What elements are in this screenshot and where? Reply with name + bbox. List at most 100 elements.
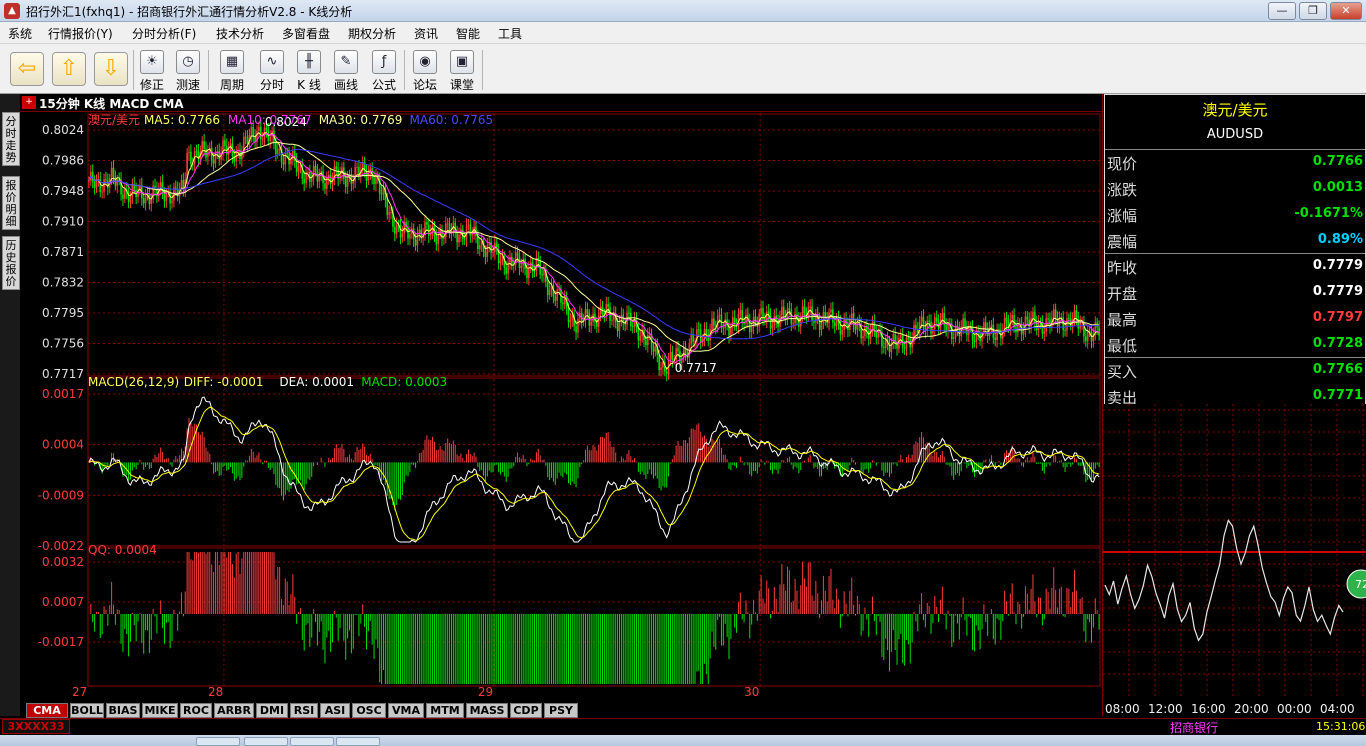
app-logo-icon: ▲ [4,3,20,19]
menu-options[interactable]: 期权分析 [348,25,396,42]
menu-tools[interactable]: 工具 [498,25,522,42]
candle-body [599,306,602,315]
candle-body [607,303,609,308]
indicator-tab-mike[interactable]: MIKE [142,703,178,718]
candle-body [900,335,902,338]
quote-label: 最高 [1107,311,1138,329]
candle-body [276,148,279,155]
intraday-mini-chart[interactable]: 72 08:00 12:00 16:00 20:00 00:00 04:00 [1103,404,1366,716]
indicator-tab-cdp[interactable]: CDP [510,703,542,718]
candle-body [915,325,917,330]
candle-body [390,212,392,214]
menu-smart[interactable]: 智能 [456,25,480,42]
ma-legend-item: MA30: 0.7769 [319,113,403,127]
taskbar-item[interactable] [244,737,288,746]
back-arrow-button[interactable]: ⇦ [10,52,44,86]
price-tick-label: 0.7756 [42,337,84,351]
indicator-tab-asi[interactable]: ASI [320,703,350,718]
kline-button[interactable]: ╫ K 线 [291,48,327,92]
taskbar-item[interactable] [290,737,334,746]
symbol-legend: 澳元/美元 [88,113,140,127]
indicator-tab-osc[interactable]: OSC [352,703,386,718]
menu-timeshare[interactable]: 分时分析(F) [132,25,196,42]
candle-body [269,136,271,142]
taskbar-item[interactable] [336,737,380,746]
candle-body [124,189,126,199]
candle-body [833,322,836,327]
period-button[interactable]: ▦ 周期 [214,48,250,92]
indicator-tab-mass[interactable]: MASS [466,703,508,718]
quote-row: 买入 0.7766 [1107,357,1363,383]
restore-button[interactable]: ❐ [1299,2,1327,20]
indicator-tab-bias[interactable]: BIAS [106,703,140,718]
candle-body [471,234,474,236]
candle-body [1066,318,1068,331]
up-arrow-button[interactable]: ⇧ [52,52,86,86]
candle-body [316,171,319,182]
candle-body [1052,309,1055,319]
menu-system[interactable]: 系统 [8,25,32,42]
ma-legend-item: MA5: 0.7766 [144,113,220,127]
correct-button[interactable]: ☀ 修正 [134,48,170,92]
quote-label: 昨收 [1107,259,1138,277]
forum-button[interactable]: ◉ 论坛 [407,48,443,92]
menu-quotes[interactable]: 行情报价(Y) [48,25,113,42]
candle-body [1011,314,1014,320]
indicator-tab-rsi[interactable]: RSI [290,703,318,718]
indicator-tab-arbr[interactable]: ARBR [214,703,254,718]
candle-body [478,245,481,250]
candle-body [952,337,955,339]
candle-body [677,348,679,352]
timeshare-button[interactable]: ∿ 分时 [254,48,290,92]
indicator-tab-psy[interactable]: PSY [544,703,578,718]
minimize-button[interactable]: — [1268,2,1296,20]
candle-body [933,317,936,330]
candle-body [499,260,502,264]
menu-technical[interactable]: 技术分析 [216,25,264,42]
indicator-tab-vma[interactable]: VMA [388,703,424,718]
candle-body [711,318,713,330]
menu-news[interactable]: 资讯 [414,25,438,42]
mini-time-label: 16:00 [1191,702,1226,716]
formula-button[interactable]: ƒ 公式 [366,48,402,92]
macd-tick-label: 0.0004 [42,438,84,452]
candle-body [467,224,470,226]
close-button[interactable]: ✕ [1330,2,1362,20]
drawline-button[interactable]: ✎ 画线 [328,48,364,92]
classroom-button[interactable]: ▣ 课堂 [444,48,480,92]
menu-multiwindow[interactable]: 多窗看盘 [282,25,330,42]
candle-body [733,317,736,324]
candle-body [964,318,966,329]
candle-body [252,126,255,137]
kline-chart[interactable]: 0.8024 0.7986 0.7948 0.7910 0.7871 0.7832 0.77… [20,112,1102,704]
candle-body [437,234,440,245]
candle-body [329,174,332,184]
candle-body [830,309,832,313]
mini-chart-background [1103,404,1366,716]
down-arrow-button[interactable]: ⇩ [94,52,128,86]
price-tick-label: 0.7832 [42,276,84,290]
indicator-tab-roc[interactable]: ROC [180,703,212,718]
pencil-icon: ✎ [334,50,358,74]
tab-quote-detail[interactable]: 报价明细 [2,176,20,230]
price-tick-label: 0.7910 [42,215,84,229]
candle-body [205,148,207,158]
quote-value: 0.7766 [1312,362,1363,377]
indicator-tab-dmi[interactable]: DMI [256,703,288,718]
candle-body [261,139,264,141]
side-tabs: 分时走势 报价明细 历史报价 [0,94,20,716]
indicator-tab-boll[interactable]: BOLL [70,703,104,718]
indicator-tab-cma[interactable]: CMA [26,703,68,718]
candle-body [290,159,292,165]
candle-body [486,245,489,257]
candle-body [443,237,445,239]
indicator-tab-mtm[interactable]: MTM [426,703,464,718]
taskbar-item[interactable] [196,737,240,746]
chart-toggle-icon[interactable]: + [22,96,36,109]
candle-body [762,307,764,319]
candle-body [546,281,549,295]
candle-body [792,323,794,325]
speedtest-button[interactable]: ◷ 测速 [170,48,206,92]
tab-history[interactable]: 历史报价 [2,236,20,290]
tab-timeshare[interactable]: 分时走势 [2,112,20,166]
